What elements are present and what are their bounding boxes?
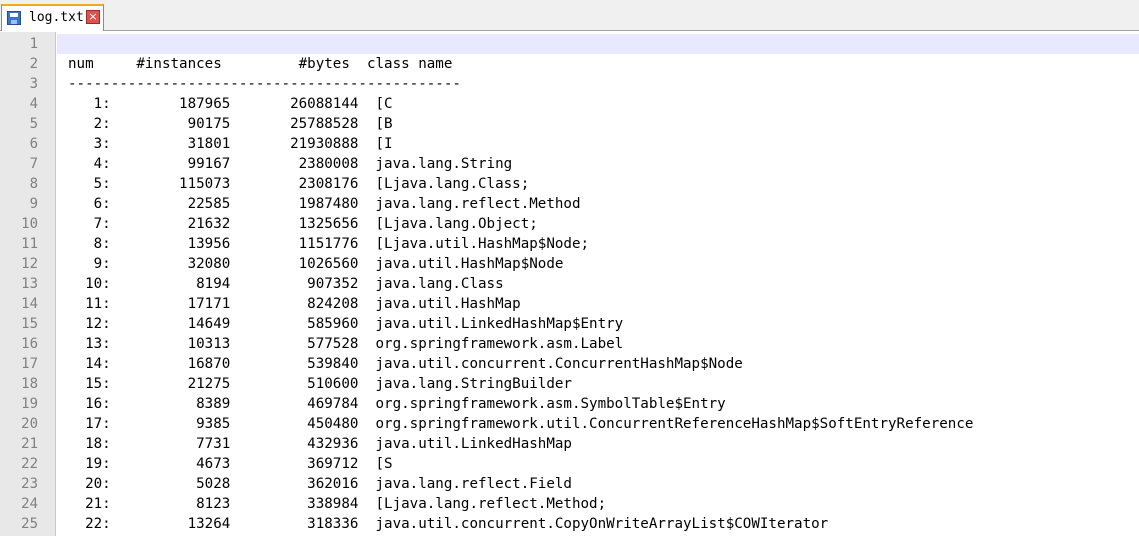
text-line[interactable]: 11: 17171 824208 java.util.HashMap — [57, 294, 1139, 314]
line-number: 1 — [29, 36, 38, 52]
text-line[interactable]: 21: 8123 338984 [Ljava.lang.reflect.Meth… — [57, 494, 1139, 514]
line-number: 2 — [29, 56, 38, 72]
text-line[interactable]: 16: 8389 469784 org.springframework.asm.… — [57, 394, 1139, 414]
line-number: 5 — [29, 116, 38, 132]
line-number: 22 — [21, 456, 38, 472]
line-number: 14 — [21, 296, 38, 312]
line-number: 25 — [21, 516, 38, 532]
text-line[interactable]: 19: 4673 369712 [S — [57, 454, 1139, 474]
text-line[interactable]: 12: 14649 585960 java.util.LinkedHashMap… — [57, 314, 1139, 334]
line-number: 24 — [21, 496, 38, 512]
tab-bar: log.txt × — [0, 0, 1139, 31]
text-line[interactable]: ----------------------------------------… — [57, 74, 1139, 94]
current-line[interactable] — [57, 34, 1139, 54]
line-text: 15: 21275 510600 java.lang.StringBuilder — [68, 376, 572, 392]
text-line[interactable]: 4: 99167 2380008 java.lang.String — [57, 154, 1139, 174]
line-text: 11: 17171 824208 java.util.HashMap — [68, 296, 521, 312]
line-number: 6 — [29, 136, 38, 152]
line-text: 22: 13264 318336 java.util.concurrent.Co… — [68, 516, 829, 532]
line-number: 12 — [21, 256, 38, 272]
line-number: 3 — [29, 76, 38, 92]
line-text: 20: 5028 362016 java.lang.reflect.Field — [68, 476, 572, 492]
line-number: 18 — [21, 376, 38, 392]
text-line[interactable]: 1: 187965 26088144 [C — [57, 94, 1139, 114]
text-line[interactable]: 13: 10313 577528 org.springframework.asm… — [57, 334, 1139, 354]
text-line[interactable]: 8: 13956 1151776 [Ljava.util.HashMap$Nod… — [57, 234, 1139, 254]
text-line[interactable]: 6: 22585 1987480 java.lang.reflect.Metho… — [57, 194, 1139, 214]
line-number: 20 — [21, 416, 38, 432]
line-text: 2: 90175 25788528 [B — [68, 116, 393, 132]
line-number: 16 — [21, 336, 38, 352]
text-editor[interactable]: num #instances #bytes class name --------… — [57, 32, 1139, 536]
text-line[interactable]: 15: 21275 510600 java.lang.StringBuilder — [57, 374, 1139, 394]
line-text: 7: 21632 1325656 [Ljava.lang.Object; — [68, 216, 538, 232]
line-number-gutter: 1 2 3 4 5 6 7 8 9 10 11 12 13 14 15 16 17 18 19 20 21 22 23 24 2… — [0, 32, 56, 536]
line-text: 13: 10313 577528 org.springframework.asm… — [68, 336, 624, 352]
line-text: 18: 7731 432936 java.util.LinkedHashMap — [68, 436, 572, 452]
line-number: 17 — [21, 356, 38, 372]
line-text: 12: 14649 585960 java.util.LinkedHashMap… — [68, 316, 624, 332]
line-number: 10 — [21, 216, 38, 232]
tab-log-txt[interactable]: log.txt × — [1, 4, 104, 31]
line-text: ----------------------------------------… — [68, 76, 461, 92]
save-icon — [7, 11, 21, 25]
text-line[interactable]: 9: 32080 1026560 java.util.HashMap$Node — [57, 254, 1139, 274]
line-text: 21: 8123 338984 [Ljava.lang.reflect.Meth… — [68, 496, 607, 512]
line-number: 9 — [29, 196, 38, 212]
line-number: 13 — [21, 276, 38, 292]
text-line[interactable]: 5: 115073 2308176 [Ljava.lang.Class; — [57, 174, 1139, 194]
line-text: 14: 16870 539840 java.util.concurrent.Co… — [68, 356, 743, 372]
text-line[interactable]: 7: 21632 1325656 [Ljava.lang.Object; — [57, 214, 1139, 234]
text-line[interactable]: 14: 16870 539840 java.util.concurrent.Co… — [57, 354, 1139, 374]
line-number: 4 — [29, 96, 38, 112]
line-number: 8 — [29, 176, 38, 192]
line-text: 8: 13956 1151776 [Ljava.util.HashMap$Nod… — [68, 236, 590, 252]
line-text: num #instances #bytes class name — [68, 56, 453, 72]
line-number: 7 — [29, 156, 38, 172]
text-line[interactable]: num #instances #bytes class name — [57, 54, 1139, 74]
line-text: 16: 8389 469784 org.springframework.asm.… — [68, 396, 726, 412]
text-line[interactable]: 18: 7731 432936 java.util.LinkedHashMap — [57, 434, 1139, 454]
line-text: 3: 31801 21930888 [I — [68, 136, 393, 152]
line-text: 19: 4673 369712 [S — [68, 456, 393, 472]
text-line[interactable]: 3: 31801 21930888 [I — [57, 134, 1139, 154]
close-tab-button[interactable]: × — [86, 10, 100, 24]
text-line[interactable]: 17: 9385 450480 org.springframework.util… — [57, 414, 1139, 434]
line-number: 21 — [21, 436, 38, 452]
line-number: 15 — [21, 316, 38, 332]
line-text: 4: 99167 2380008 java.lang.String — [68, 156, 513, 172]
tab-title: log.txt — [29, 10, 84, 25]
line-text: 5: 115073 2308176 [Ljava.lang.Class; — [68, 176, 530, 192]
line-text: 9: 32080 1026560 java.util.HashMap$Node — [68, 256, 564, 272]
text-line[interactable]: 20: 5028 362016 java.lang.reflect.Field — [57, 474, 1139, 494]
line-text: 10: 8194 907352 java.lang.Class — [68, 276, 504, 292]
text-line[interactable]: 10: 8194 907352 java.lang.Class — [57, 274, 1139, 294]
text-line[interactable]: 22: 13264 318336 java.util.concurrent.Co… — [57, 514, 1139, 534]
line-text: 1: 187965 26088144 [C — [68, 96, 393, 112]
line-number: 19 — [21, 396, 38, 412]
text-line[interactable]: 2: 90175 25788528 [B — [57, 114, 1139, 134]
line-number: 11 — [21, 236, 38, 252]
line-text: 17: 9385 450480 org.springframework.util… — [68, 416, 974, 432]
line-text: 6: 22585 1987480 java.lang.reflect.Metho… — [68, 196, 581, 212]
line-number: 23 — [21, 476, 38, 492]
